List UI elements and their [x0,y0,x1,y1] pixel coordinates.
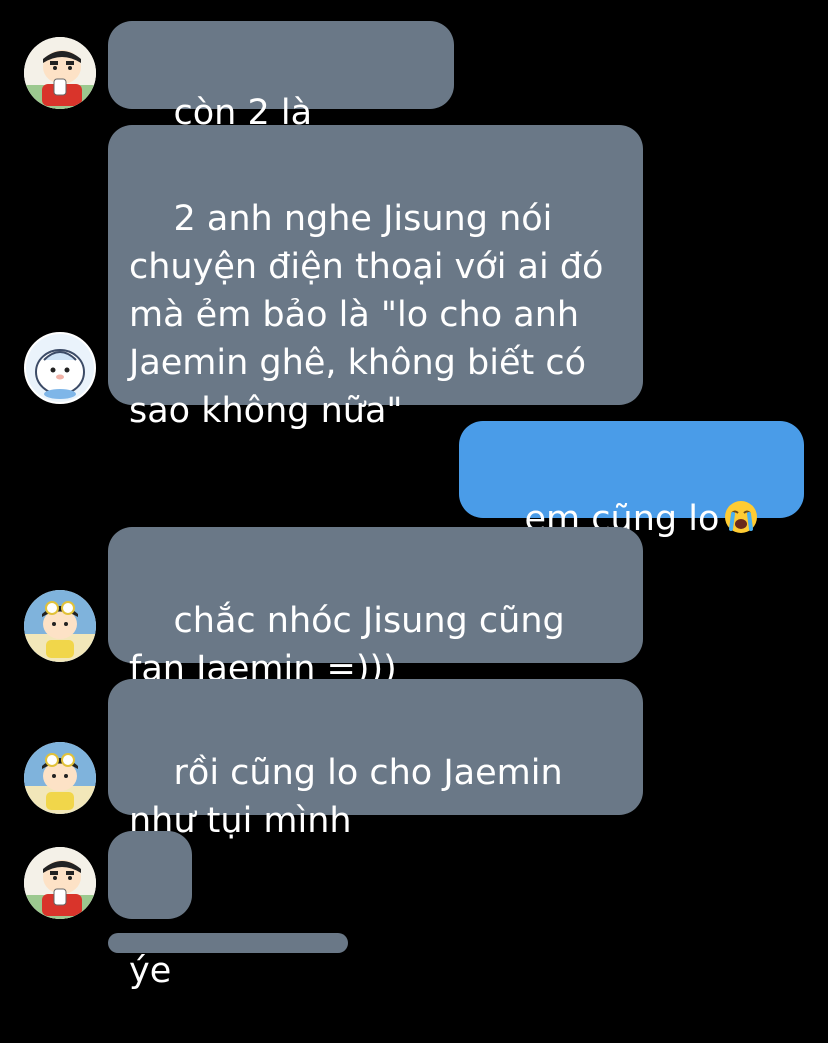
message-bubble[interactable]: em cũng lo [459,421,804,581]
white-penguin-avatar[interactable] [24,332,96,404]
shinchan-beach-avatar[interactable] [24,590,96,662]
loudly-crying-face-icon [723,499,759,535]
shinchan-red-shirt-avatar[interactable] [24,847,96,919]
message-bubble[interactable]: còn 2 là gi????? [108,21,454,181]
message-bubble[interactable]: ýe [108,831,192,991]
message-text: rồi cũng lo cho Jaemin như tụi mình [129,753,574,841]
message-bubble[interactable]: rồi cũng lo cho Jaemin như tụi mình [108,679,643,841]
message-text: chắc nhóc Jisung cũng fan Jaemin =))) [129,601,576,689]
message-text: ýe [129,951,172,991]
shinchan-beach-avatar[interactable] [24,742,96,814]
shinchan-red-shirt-avatar[interactable] [24,37,96,109]
message-bubble[interactable]: 2 anh nghe Jisung nói chuyện điện thoại … [108,125,643,431]
message-text: 2 anh nghe Jisung nói chuyện điện thoại … [129,199,615,431]
message-bubble-partial [108,933,348,953]
message-bubble[interactable]: chắc nhóc Jisung cũng fan Jaemin =))) [108,527,643,689]
